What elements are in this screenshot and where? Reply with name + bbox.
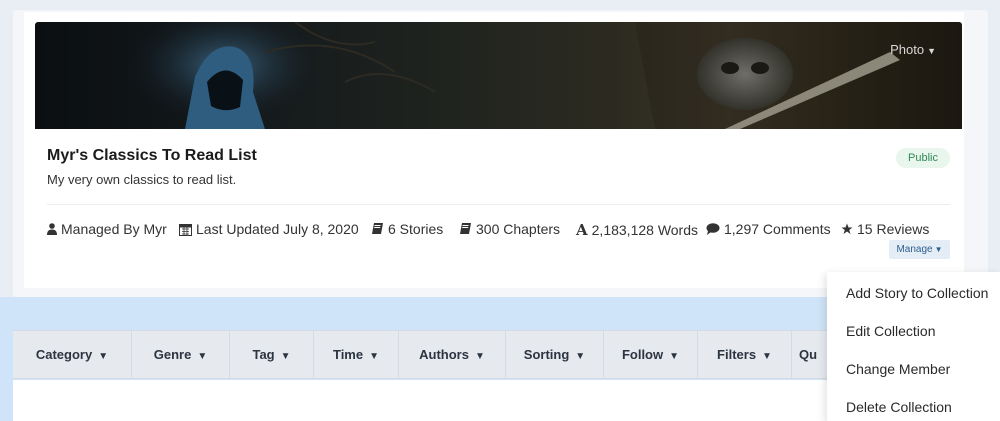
book-icon	[371, 223, 384, 235]
calendar-icon	[179, 223, 192, 236]
stories-count: 6 Stories	[388, 221, 444, 237]
filter-tab-label: Sorting	[523, 347, 570, 362]
filter-tab-sorting[interactable]: Sorting ▼	[506, 331, 604, 378]
caret-down-icon: ▼	[669, 351, 680, 362]
filter-tab-label: Time	[332, 347, 364, 362]
manage-button[interactable]: Manage ▼	[889, 240, 950, 259]
meta-words: A 2,183,128 Words	[576, 221, 698, 239]
caret-down-icon: ▼	[762, 351, 772, 362]
menu-item-change-member[interactable]: Change Member	[846, 361, 950, 377]
photo-menu-label: Photo	[890, 42, 925, 57]
divider	[47, 204, 950, 205]
menu-item-add-story[interactable]: Add Story to Collection	[846, 285, 988, 301]
filter-tab-label: Genre	[153, 347, 192, 362]
book-icon	[459, 223, 472, 235]
managed-by-text: Managed By Myr	[61, 221, 167, 237]
meta-last-updated: Last Updated July 8, 2020	[179, 221, 359, 237]
user-icon	[47, 223, 57, 235]
collection-title: Myr's Classics To Read List	[47, 147, 257, 164]
filter-tab-label: Authors	[419, 347, 469, 362]
banner-artwork	[135, 22, 962, 129]
filter-tab-label: Category	[35, 347, 93, 362]
caret-down-icon: ▼	[575, 351, 586, 362]
filter-tab-authors[interactable]: Authors ▼	[399, 331, 506, 378]
comments-count: 1,297 Comments	[724, 221, 831, 237]
manage-label: Manage	[896, 244, 933, 255]
last-updated-text: Last Updated July 8, 2020	[196, 221, 359, 237]
meta-reviews: 15 Reviews	[841, 221, 929, 237]
manage-dropdown-menu: Add Story to Collection Edit Collection …	[827, 272, 1000, 421]
filter-tab-follow[interactable]: Follow ▼	[604, 331, 698, 378]
star-icon	[841, 223, 853, 235]
chevron-down-icon: ▼	[927, 46, 936, 56]
reviews-count: 15 Reviews	[857, 221, 930, 237]
comment-icon	[706, 223, 720, 235]
filter-tab-genre[interactable]: Genre ▼	[132, 331, 230, 378]
menu-item-delete-collection[interactable]: Delete Collection	[846, 399, 952, 415]
photo-menu-button[interactable]: Photo ▼	[890, 42, 936, 57]
filter-tab-label: Qu	[799, 347, 818, 362]
meta-stories: 6 Stories	[371, 221, 443, 237]
caret-down-icon: ▼	[369, 351, 379, 362]
filter-tab-category[interactable]: Category ▼	[13, 331, 132, 378]
caret-down-icon: ▼	[280, 351, 291, 362]
filter-tab-filters[interactable]: Filters ▼	[698, 331, 792, 378]
filter-tab-time[interactable]: Time ▼	[314, 331, 399, 378]
visibility-badge: Public	[896, 148, 950, 168]
font-icon: A	[576, 221, 588, 239]
collection-description: My very own classics to read list.	[47, 172, 237, 187]
caret-down-icon: ▼	[98, 351, 109, 362]
collection-banner: Photo ▼	[35, 22, 962, 129]
filter-tab-label: Filters	[717, 347, 757, 362]
meta-comments: 1,297 Comments	[706, 221, 831, 237]
filter-tab-tag[interactable]: Tag ▼	[230, 331, 314, 378]
meta-managed-by: Managed By Myr	[47, 221, 167, 237]
chevron-down-icon: ▼	[934, 245, 943, 254]
caret-down-icon: ▼	[474, 351, 485, 362]
filter-tab-label: Tag	[252, 347, 275, 362]
caret-down-icon: ▼	[197, 351, 208, 362]
meta-chapters: 300 Chapters	[459, 221, 560, 237]
filter-tab-label: Follow	[621, 347, 664, 362]
menu-item-edit-collection[interactable]: Edit Collection	[846, 323, 936, 339]
chapters-count: 300 Chapters	[476, 221, 561, 237]
words-count: 2,183,128 Words	[591, 222, 699, 238]
